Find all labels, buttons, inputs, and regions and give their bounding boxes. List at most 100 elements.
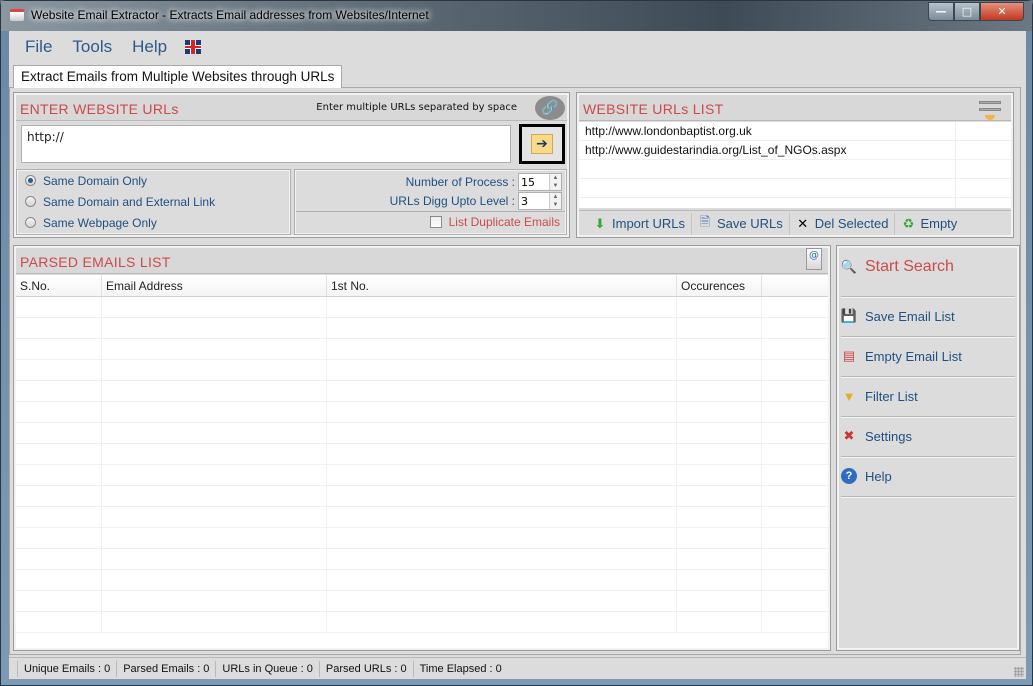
empty-list-icon: ▤ <box>842 348 856 363</box>
processes-row: Number of Process : ▲▼ <box>406 173 562 191</box>
level-stepper[interactable]: ▲▼ <box>518 192 562 210</box>
empty-urls-button[interactable]: ♻ Empty <box>895 213 963 235</box>
actions-panel: 🔍 Start Search 💾 Save Email List ▤ Empty… <box>836 245 1020 651</box>
column-sno[interactable]: S.No. <box>16 275 102 296</box>
spin-up-icon[interactable]: ▲ <box>550 193 561 201</box>
processes-label: Number of Process : <box>405 175 515 189</box>
app-icon <box>10 9 24 21</box>
scope-options: Same Domain Only Same Domain and Externa… <box>16 169 291 235</box>
tools-icon: ✖ <box>843 428 855 443</box>
column-first-no[interactable]: 1st No. <box>327 275 677 296</box>
radio-label: Same Domain and External Link <box>43 194 216 209</box>
duplicate-emails-option[interactable]: List Duplicate Emails <box>429 215 560 229</box>
emails-table[interactable]: S.No. Email Address 1st No. Occurences <box>16 275 828 648</box>
radio-same-domain-external[interactable]: Same Domain and External Link <box>17 191 290 212</box>
url-toolbar: ⬇ Import URLs 🗎 Save URLs ✕ Del Selected… <box>579 210 1011 236</box>
window-title: Website Email Extractor - Extracts Email… <box>31 8 429 22</box>
close-button[interactable]: ✕ <box>980 2 1024 21</box>
radio-same-domain[interactable]: Same Domain Only <box>17 170 290 191</box>
tab-extract-urls[interactable]: Extract Emails from Multiple Websites th… <box>13 65 343 88</box>
save-email-list-button[interactable]: 💾 Save Email List <box>841 308 1015 324</box>
radio-button[interactable] <box>25 175 36 186</box>
status-parsed-urls: Parsed URLs : 0 <box>318 660 413 677</box>
url-list-item[interactable]: http://www.guidestarindia.org/List_of_NG… <box>579 141 1011 160</box>
column-occurences[interactable]: Occurences <box>677 275 762 296</box>
save-urls-button[interactable]: 🗎 Save URLs <box>692 212 790 235</box>
table-row <box>16 297 828 318</box>
title-bar[interactable]: Website Email Extractor - Extracts Email… <box>1 1 1032 31</box>
search-icon: 🔍 <box>840 259 858 274</box>
import-urls-button[interactable]: ⬇ Import URLs <box>587 212 692 235</box>
client-area: File Tools Help Extract Emails from Mult… <box>9 31 1026 679</box>
urls-list-title: WEBSITE URLs LIST <box>583 101 724 117</box>
table-row <box>16 570 828 591</box>
uk-flag-icon[interactable] <box>185 40 202 54</box>
table-row <box>16 465 828 486</box>
menu-file[interactable]: File <box>25 37 52 57</box>
table-row <box>16 591 828 612</box>
app-window: Website Email Extractor - Extracts Email… <box>0 0 1033 686</box>
url-list-item[interactable]: http://www.londonbaptist.org.uk <box>579 122 1011 141</box>
resize-grip[interactable] <box>1014 667 1024 677</box>
table-body <box>16 297 828 633</box>
help-question-icon: ? <box>841 468 857 484</box>
settings-button[interactable]: ✖ Settings <box>841 428 1015 444</box>
menu-help[interactable]: Help <box>132 37 167 57</box>
enter-urls-panel: ENTER WEBSITE URLs Enter multiple URLs s… <box>13 92 570 238</box>
minimize-button[interactable]: — <box>928 2 954 21</box>
processes-input[interactable] <box>519 174 549 190</box>
spin-down-icon[interactable]: ▼ <box>550 182 561 190</box>
menu-bar: File Tools Help <box>9 35 202 59</box>
spin-up-icon[interactable]: ▲ <box>550 174 561 182</box>
url-list[interactable]: http://www.londonbaptist.org.uk http://w… <box>579 122 1011 208</box>
duplicate-emails-label: List Duplicate Emails <box>448 215 560 229</box>
parsed-emails-title: PARSED EMAILS LIST <box>20 254 171 270</box>
table-row <box>16 381 828 402</box>
table-row <box>16 612 828 633</box>
level-row: URLs Digg Upto Level : ▲▼ <box>390 192 562 210</box>
maximize-button[interactable]: □ <box>954 2 980 21</box>
status-unique-emails: Unique Emails : 0 <box>17 660 116 677</box>
spin-down-icon[interactable]: ▼ <box>550 201 561 209</box>
table-header: S.No. Email Address 1st No. Occurences <box>16 275 828 297</box>
level-input[interactable] <box>519 193 549 209</box>
recycle-bin-icon: ♻ <box>902 215 915 231</box>
table-row <box>16 549 828 570</box>
enter-urls-title: ENTER WEBSITE URLs <box>20 101 179 117</box>
radio-button[interactable] <box>25 217 36 228</box>
list-options-icon[interactable] <box>977 98 1003 120</box>
radio-button[interactable] <box>25 196 36 207</box>
filter-list-button[interactable]: ▼ Filter List <box>841 388 1015 404</box>
table-row <box>16 402 828 423</box>
add-url-button[interactable]: ➔ <box>519 124 565 164</box>
crawl-settings: Number of Process : ▲▼ URLs Digg Upto Le… <box>294 169 567 235</box>
delete-selected-button[interactable]: ✕ Del Selected <box>790 212 896 235</box>
status-parsed-emails: Parsed Emails : 0 <box>116 660 215 677</box>
filter-funnel-icon: ▼ <box>842 388 856 404</box>
urls-list-panel: WEBSITE URLs LIST http://www.londonbapti… <box>576 92 1014 238</box>
import-icon: ⬇ <box>594 215 606 231</box>
table-row <box>16 507 828 528</box>
arrow-right-icon: ➔ <box>531 134 553 154</box>
table-row <box>16 444 828 465</box>
table-row <box>16 339 828 360</box>
column-email[interactable]: Email Address <box>102 275 327 296</box>
table-row <box>16 423 828 444</box>
save-file-icon: 🗎 <box>699 213 711 229</box>
status-urls-in-queue: URLs in Queue : 0 <box>215 660 319 677</box>
empty-email-list-button[interactable]: ▤ Empty Email List <box>841 348 1015 364</box>
radio-same-webpage[interactable]: Same Webpage Only <box>17 212 290 233</box>
start-search-button[interactable]: 🔍 Start Search <box>841 258 1015 276</box>
column-extra <box>762 275 828 296</box>
radio-label: Same Webpage Only <box>43 215 157 230</box>
url-input[interactable] <box>21 125 511 163</box>
table-row <box>16 318 828 339</box>
email-export-icon[interactable]: @ <box>806 248 822 270</box>
menu-tools[interactable]: Tools <box>72 37 112 57</box>
duplicate-emails-checkbox[interactable] <box>429 216 442 228</box>
processes-stepper[interactable]: ▲▼ <box>518 173 562 191</box>
link-icon[interactable]: 🔗 <box>535 96 565 120</box>
help-button[interactable]: ? Help <box>841 468 1015 484</box>
floppy-disk-icon: 💾 <box>840 308 858 323</box>
url-hint: Enter multiple URLs separated by space <box>316 102 517 113</box>
